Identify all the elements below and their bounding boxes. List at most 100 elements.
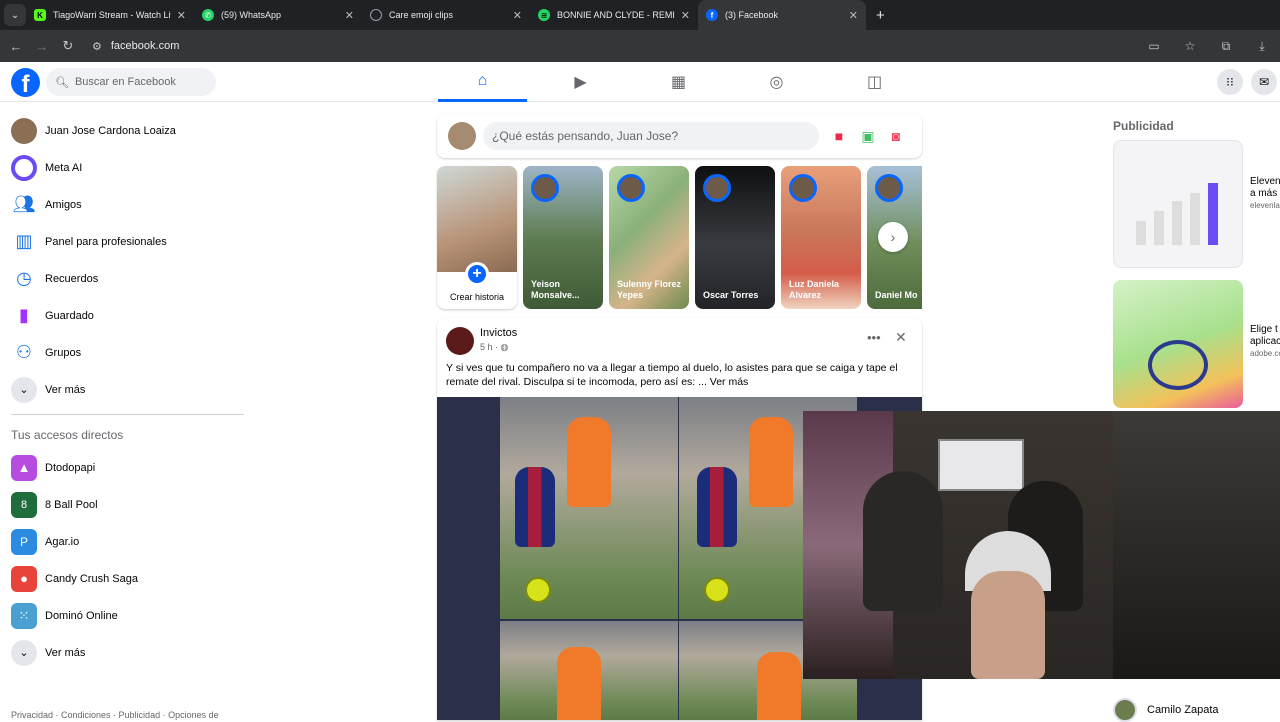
ad-title: ElevenLabs [1250,176,1280,187]
search-input[interactable]: Buscar en Facebook [75,76,176,88]
see-more-link[interactable]: Ver más [710,376,749,388]
shortcut-label: 8 Ball Pool [45,498,98,511]
create-story-label: Crear historia [449,292,505,302]
stories-next-button[interactable]: › [878,222,908,252]
sidebar-item-label: Panel para profesionales [45,235,167,248]
extensions-icon[interactable]: ⧉ [1208,39,1244,54]
sidebar-item-profile[interactable]: Juan Jose Cardona Loaiza [0,112,250,149]
close-tab-icon[interactable]: ✕ [345,9,354,22]
player-figure [697,467,737,547]
ad-card[interactable]: ElevenLabs a más de cre elevenlabs.io [1113,140,1280,268]
sidebar-divider [11,414,244,415]
post-author[interactable]: Invictos [480,327,517,339]
cast-icon[interactable]: ▭ [1136,39,1172,53]
download-icon[interactable]: ⤓ [1244,39,1280,54]
shortcut-label: Candy Crush Saga [45,572,138,585]
agario-icon: P [11,528,37,555]
tab-title: TiagoWarri Stream - Watch Live [53,10,171,20]
player-figure [515,467,555,547]
sidebar-item-see-more[interactable]: ⌄ Ver más [0,371,250,408]
close-icon[interactable]: ✕ [895,329,907,346]
groups-icon[interactable]: ◎ [732,62,821,102]
shortcut-agario[interactable]: P Agar.io [0,523,250,560]
story-avatar [531,174,559,202]
ad-card[interactable]: Elige t aplicac adobe.com [1113,280,1280,408]
menu-grid-icon[interactable]: ⁝⁝ [1217,69,1243,95]
ad-text: Elige t aplicac adobe.com [1250,324,1280,360]
post-timestamp[interactable]: 5 h · ◍ [480,342,508,353]
back-button[interactable]: ← [3,39,29,54]
marketplace-icon[interactable]: ▦ [634,62,723,102]
close-tab-icon[interactable]: ✕ [513,9,522,22]
story-name: Oscar Torres [703,290,759,300]
more-options-icon[interactable]: ••• [867,330,881,345]
avatar[interactable] [448,122,476,150]
sidebar-item-label: Meta AI [45,161,83,174]
ball-icon [704,577,730,603]
story-card[interactable]: Sulenny Florez Yepes [609,166,689,309]
sidebar-item-memories[interactable]: ◷ Recuerdos [0,260,250,297]
create-story-photo [437,166,517,272]
browser-tab[interactable]: ≋ BONNIE AND CLYDE - REMIX ✕ [530,0,698,30]
composer-input[interactable]: ¿Qué estás pensando, Juan Jose? [483,122,819,150]
shortcut-domino[interactable]: ⁙ Dominó Online [0,597,250,634]
tab-title: (59) WhatsApp [221,10,282,20]
browser-tab-active[interactable]: f (3) Facebook ✕ [698,0,866,30]
close-tab-icon[interactable]: ✕ [177,9,186,22]
shortcut-dtodopapi[interactable]: ▲ Dtodopapi [0,449,250,486]
shortcuts-see-more[interactable]: ⌄ Ver más [0,634,250,671]
create-story-card[interactable]: + Crear historia [437,166,517,309]
chevron-down-icon: ⌄ [11,376,37,403]
reel-icon[interactable]: ◙ [887,127,905,145]
chevron-right-icon: › [890,229,896,245]
site-info-icon[interactable]: ⚙ [92,40,102,53]
browser-tab-bar: ⌄ K TiagoWarri Stream - Watch Live ✕ ✆ (… [0,0,1280,30]
sidebar-item-groups[interactable]: ⚇ Grupos [0,334,250,371]
sidebar-item-meta-ai[interactable]: Meta AI [0,149,250,186]
globe-icon: ◍ [500,342,509,352]
close-tab-icon[interactable]: ✕ [849,9,858,22]
photo-icon[interactable]: ▣ [859,127,877,145]
bookmark-star-icon[interactable]: ☆ [1172,39,1208,53]
shortcut-8-ball-pool[interactable]: 8 8 Ball Pool [0,486,250,523]
story-card[interactable]: Luz Daniela Alvarez [781,166,861,309]
8-ball-pool-icon: 8 [11,491,37,518]
facebook-logo[interactable]: f [11,68,40,97]
close-tab-icon[interactable]: ✕ [681,9,690,22]
browser-tab[interactable]: ✆ (59) WhatsApp ✕ [194,0,362,30]
new-tab-button[interactable]: + [876,7,885,24]
sidebar-item-dashboard[interactable]: ▥ Panel para profesionales [0,223,250,260]
forward-button[interactable]: → [29,39,55,54]
sidebar-item-friends[interactable]: 👥︎ Amigos [0,186,250,223]
tab-search-button[interactable]: ⌄ [4,4,26,26]
live-video-icon[interactable]: ■ [830,127,848,145]
tab-title: BONNIE AND CLYDE - REMIX [557,10,675,20]
search-box[interactable]: 🔍︎ Buscar en Facebook [46,68,216,96]
whatsapp-icon: ✆ [202,9,214,21]
story-card[interactable]: Oscar Torres [695,166,775,309]
story-card[interactable]: Yeison Monsalve... [523,166,603,309]
bookmark-icon: ▮ [19,305,29,325]
sidebar-item-saved[interactable]: ▮ Guardado [0,297,250,334]
shortcut-label: Dtodopapi [45,461,96,474]
footer-links[interactable]: Privacidad · Condiciones · Publicidad · … [11,710,219,720]
ad-image [1113,280,1243,408]
goalkeeper-figure [757,652,801,720]
sidebar-item-label: Ver más [45,383,86,396]
messenger-icon[interactable]: ✉ [1251,69,1277,95]
story-avatar [703,174,731,202]
browser-tab[interactable]: Care emoji clips ✕ [362,0,530,30]
browser-tab[interactable]: K TiagoWarri Stream - Watch Live ✕ [26,0,194,30]
video-icon[interactable]: ▶ [536,62,625,102]
post-author-avatar[interactable] [446,327,474,355]
reload-button[interactable]: ↻ [55,38,81,54]
home-icon[interactable]: ⌂ [438,62,527,102]
address-bar[interactable]: ⚙ facebook.com [86,34,1166,58]
left-sidebar: Juan Jose Cardona Loaiza Meta AI 👥︎ Amig… [0,112,250,671]
memories-icon: ◷ [16,268,32,288]
shortcut-candy-crush[interactable]: ● Candy Crush Saga [0,560,250,597]
contact-item[interactable]: Camilo Zapata [1113,698,1219,722]
url-text: facebook.com [110,40,180,52]
gaming-icon[interactable]: ◫ [830,62,919,102]
ad-domain: adobe.com [1250,349,1280,358]
